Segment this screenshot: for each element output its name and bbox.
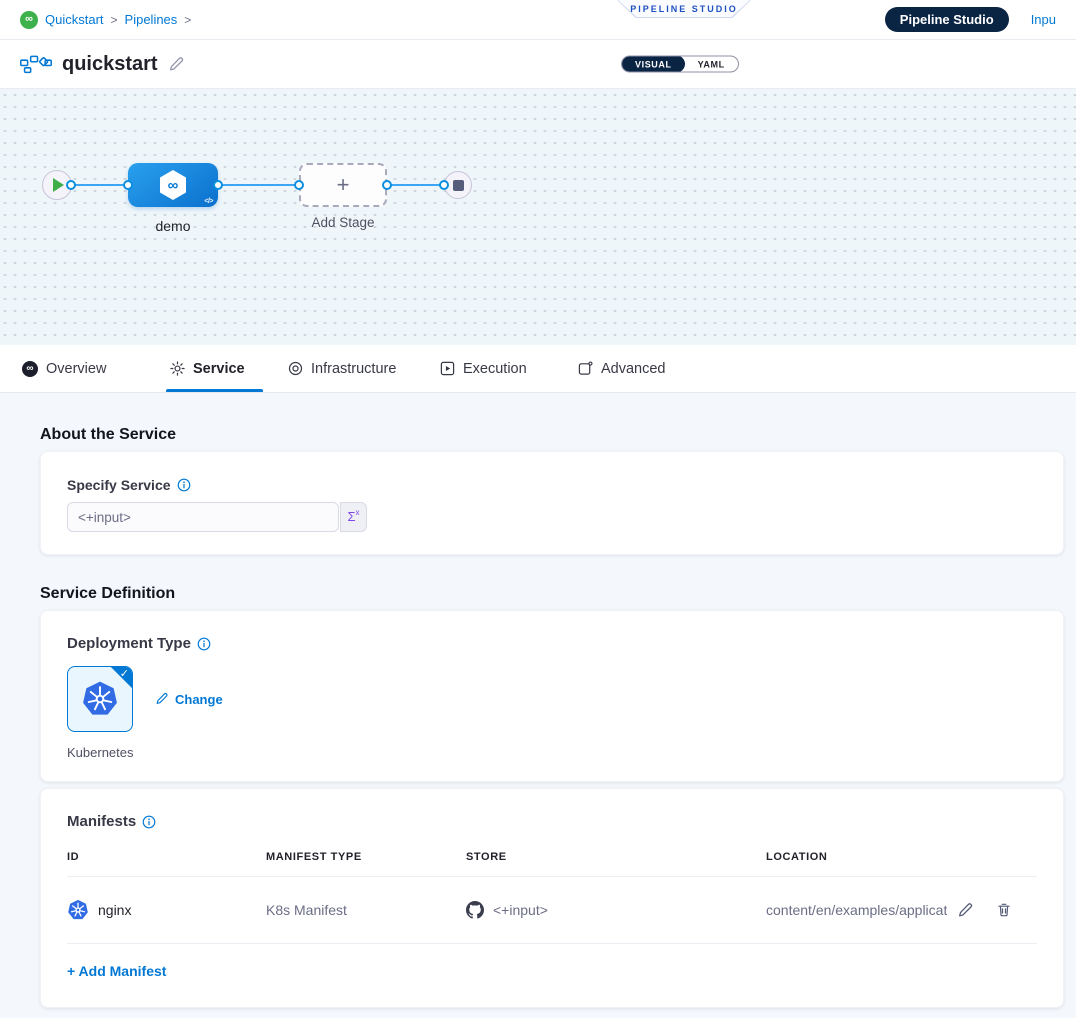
advanced-icon (578, 361, 593, 376)
col-id: ID (67, 851, 266, 863)
edge-port[interactable] (439, 180, 449, 190)
infrastructure-icon (288, 361, 303, 376)
manifest-type: K8s Manifest (266, 902, 466, 918)
tab-label: Infrastructure (311, 361, 396, 377)
divider (67, 943, 1037, 944)
tab-label: Execution (463, 361, 527, 377)
stage-node-demo[interactable]: ∞ </> (128, 163, 218, 207)
toggle-visual[interactable]: VISUAL (622, 56, 685, 73)
info-icon[interactable] (177, 478, 191, 492)
stage-code-icon: </> (204, 198, 213, 205)
tab-execution[interactable]: Execution (440, 345, 527, 392)
specify-service-card: Specify Service Σx (40, 451, 1064, 555)
breadcrumb: ∞ Quickstart > Pipelines > (20, 11, 191, 29)
edge-port[interactable] (382, 180, 392, 190)
sigma-icon: Σ (347, 509, 355, 524)
pipeline-graph-icon (20, 54, 52, 74)
info-icon[interactable] (142, 815, 156, 829)
pipeline-studio-ribbon: PIPELINE STUDIO (617, 0, 751, 18)
tab-label: Service (193, 361, 245, 377)
tab-infrastructure[interactable]: Infrastructure (288, 345, 396, 392)
edge-port[interactable] (213, 180, 223, 190)
edit-manifest-pencil-icon[interactable] (957, 902, 974, 919)
manifests-heading: Manifests (67, 813, 136, 830)
about-service-heading: About the Service (40, 393, 1064, 444)
kubernetes-icon (67, 899, 89, 921)
pipeline-canvas[interactable]: ∞ </> demo + Add Stage (0, 89, 1076, 345)
deployment-type-card: Deployment Type (40, 610, 1064, 782)
breadcrumb-separator: > (184, 13, 191, 27)
ribbon-label: PIPELINE STUDIO (630, 4, 738, 14)
tab-label: Overview (46, 361, 106, 377)
toggle-yaml[interactable]: YAML (685, 56, 738, 73)
change-deployment-link[interactable]: Change (155, 692, 223, 707)
tab-overview[interactable]: ∞ Overview (22, 345, 106, 392)
edit-title-pencil-icon[interactable] (168, 56, 185, 73)
visual-yaml-toggle[interactable]: VISUAL YAML (621, 56, 739, 73)
overview-icon: ∞ (22, 361, 38, 377)
execution-icon (440, 361, 455, 376)
edge-port[interactable] (294, 180, 304, 190)
check-icon: ✓ (120, 667, 129, 680)
stage-name-label: demo (128, 218, 218, 234)
pipeline-studio-button[interactable]: Pipeline Studio (885, 7, 1009, 32)
pipeline-title-bar: quickstart VISUAL YAML (0, 40, 1076, 89)
service-tab-content: About the Service Specify Service Σx Ser… (0, 393, 1076, 1018)
manifest-location: content/en/examples/applicat (766, 902, 947, 918)
kubernetes-tile[interactable]: ✓ (67, 666, 133, 732)
deployment-type-label: Deployment Type (67, 635, 191, 652)
stop-icon (453, 180, 464, 191)
stage-tab-strip: ∞ Overview Service Infrastructure Execut… (0, 345, 1076, 393)
edge-port[interactable] (123, 180, 133, 190)
runtime-input-type-button[interactable]: Σx (340, 502, 367, 532)
active-tab-underline (166, 389, 263, 392)
manifest-row-nginx[interactable]: nginx K8s Manifest <+input> content/en/e… (67, 877, 1037, 943)
add-manifest-link[interactable]: + Add Manifest (67, 963, 166, 979)
info-icon[interactable] (197, 637, 211, 651)
svg-text:∞: ∞ (168, 177, 179, 194)
breadcrumb-project-link[interactable]: Quickstart (45, 12, 104, 27)
edge-port[interactable] (66, 180, 76, 190)
specify-service-label: Specify Service (67, 477, 171, 493)
pipeline-title: quickstart (62, 53, 158, 76)
tab-label: Advanced (601, 361, 666, 377)
manifest-id: nginx (98, 902, 131, 918)
github-icon (466, 901, 484, 919)
top-bar: ∞ Quickstart > Pipelines > PIPELINE STUD… (0, 0, 1076, 40)
harness-cd-stage-icon: ∞ (157, 168, 189, 202)
manifest-store: <+input> (493, 902, 548, 918)
col-store: STORE (466, 851, 766, 863)
manifests-card: Manifests ID MANIFEST TYPE STORE LOCATIO… (40, 788, 1064, 1008)
inputs-link[interactable]: Inpu (1031, 12, 1056, 27)
service-definition-heading: Service Definition (40, 585, 1064, 603)
play-icon (53, 178, 64, 192)
delete-manifest-trash-icon[interactable] (996, 902, 1012, 918)
manifests-header-row: ID MANIFEST TYPE STORE LOCATION (67, 851, 1037, 863)
pencil-icon (155, 692, 169, 706)
tab-service[interactable]: Service (170, 345, 245, 392)
breadcrumb-separator: > (111, 13, 118, 27)
col-manifest-type: MANIFEST TYPE (266, 851, 466, 863)
kubernetes-icon (81, 680, 119, 718)
breadcrumb-pipelines-link[interactable]: Pipelines (125, 12, 178, 27)
kubernetes-caption: Kubernetes (67, 745, 1037, 760)
gear-icon (170, 361, 185, 376)
plus-icon: + (337, 174, 350, 196)
add-stage-label: Add Stage (284, 215, 402, 230)
col-location: LOCATION (766, 851, 1037, 863)
harness-project-icon: ∞ (20, 11, 38, 29)
specify-service-input[interactable] (67, 502, 339, 532)
add-stage-button[interactable]: + (299, 163, 387, 207)
tab-advanced[interactable]: Advanced (578, 345, 666, 392)
